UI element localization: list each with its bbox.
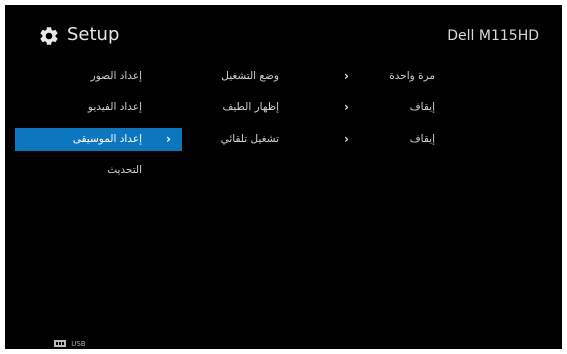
category-item-music[interactable]: إعداد الموسيقى ›	[15, 128, 182, 151]
source-indicator: USB	[54, 339, 86, 349]
chevron-right-icon[interactable]: ›	[344, 65, 349, 88]
chevron-right-icon[interactable]: ›	[344, 96, 349, 119]
setting-name: إظهار الطيف	[222, 101, 280, 113]
setting-value: إيقاف	[409, 101, 435, 113]
chevron-right-icon: ›	[166, 132, 171, 146]
projector-osd-menu: Setup Dell M115HD إعداد الصور إعداد الفي…	[5, 5, 562, 349]
setting-value: إيقاف	[409, 133, 435, 145]
category-item-picture[interactable]: إعداد الصور	[15, 65, 182, 88]
category-label: إعداد الصور	[90, 70, 142, 82]
category-item-update[interactable]: التحديث	[15, 159, 182, 182]
setting-row-play-mode[interactable]: وضع التشغيل › مرة واحدة	[190, 65, 435, 88]
setting-row-auto-play[interactable]: تشغيل تلقائي › إيقاف	[190, 128, 435, 151]
category-label: التحديث	[107, 164, 142, 176]
source-label: USB	[71, 340, 86, 348]
setting-name: وضع التشغيل	[221, 70, 279, 82]
category-label: إعداد الفيديو	[87, 101, 142, 113]
chevron-right-icon[interactable]: ›	[344, 128, 349, 151]
menu-title: Setup	[67, 24, 120, 45]
setting-row-show-spectrum[interactable]: إظهار الطيف › إيقاف	[190, 96, 436, 119]
category-item-video[interactable]: إعداد الفيديو	[15, 96, 182, 119]
usb-icon	[54, 340, 66, 347]
device-model: Dell M115HD	[447, 28, 539, 44]
setting-value: مرة واحدة	[389, 70, 435, 82]
setting-name: تشغيل تلقائي	[220, 133, 279, 145]
category-label: إعداد الموسيقى	[72, 133, 142, 145]
gear-icon	[40, 27, 58, 45]
